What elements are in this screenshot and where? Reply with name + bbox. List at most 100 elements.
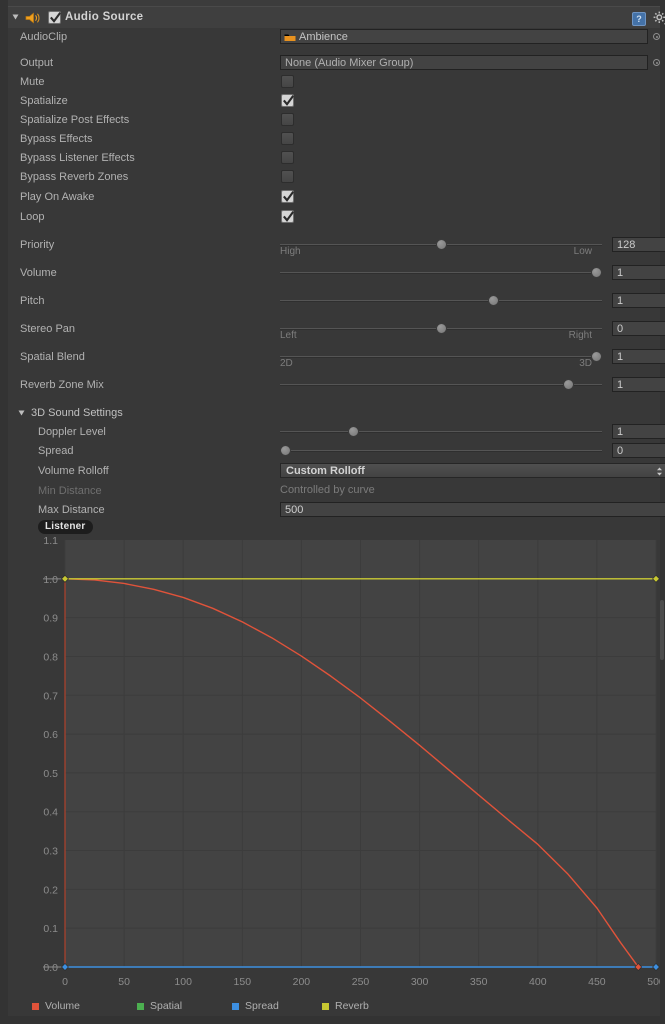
svg-text:0.6: 0.6	[43, 729, 58, 741]
reverb-zone-mix-slider[interactable]	[280, 379, 602, 390]
svg-text:500: 500	[647, 976, 660, 988]
volume-rolloff-dropdown[interactable]: Custom Rolloff	[280, 463, 665, 478]
spatialize-checkbox[interactable]	[281, 94, 294, 107]
loop-checkbox[interactable]	[281, 210, 294, 223]
row-doppler-level: Doppler Level 1	[8, 423, 665, 442]
listener-badge: Listener	[38, 520, 93, 534]
priority-input[interactable]: 128	[612, 237, 665, 252]
scrollbar-thumb[interactable]	[660, 600, 664, 660]
mute-checkbox[interactable]	[281, 75, 294, 88]
doppler-level-slider-thumb[interactable]	[348, 426, 360, 437]
row-min-distance: Min Distance Controlled by curve	[8, 482, 660, 501]
svg-text:0.1: 0.1	[43, 923, 58, 935]
svg-text:0.9: 0.9	[43, 613, 58, 625]
row-volume-rolloff: Volume Rolloff Custom Rolloff	[8, 462, 665, 481]
reverb-zone-mix-input[interactable]: 1	[612, 377, 665, 392]
output-picker-icon[interactable]	[653, 59, 660, 66]
spatial-blend-slider-thumb[interactable]	[591, 351, 602, 362]
output-value: None (Audio Mixer Group)	[285, 57, 414, 69]
row-mute: Mute	[8, 73, 660, 92]
spatialize-post-effects-label: Spatialize Post Effects	[20, 114, 130, 126]
priority-label: Priority	[20, 239, 55, 251]
row-spatialize: Spatialize	[8, 92, 660, 111]
svg-text:150: 150	[234, 976, 252, 988]
spatial-blend-slider[interactable]	[280, 351, 602, 362]
min-distance-value: Controlled by curve	[280, 484, 375, 496]
svg-text:0.7: 0.7	[43, 690, 58, 702]
doppler-level-input[interactable]: 1	[612, 424, 665, 439]
volume-slider[interactable]	[280, 267, 602, 278]
svg-text:0.0: 0.0	[43, 962, 58, 974]
play-on-awake-checkbox[interactable]	[281, 190, 294, 203]
priority-hint-right: Low	[573, 246, 592, 257]
priority-slider-thumb[interactable]	[435, 239, 447, 250]
loop-label: Loop	[20, 211, 45, 223]
spatial-blend-hint-left: 2D	[280, 358, 293, 369]
svg-text:400: 400	[529, 976, 547, 988]
audio-clip-picker-icon[interactable]	[653, 33, 660, 40]
component-header[interactable]: Audio Source ?	[8, 6, 665, 28]
pitch-input[interactable]: 1	[612, 293, 665, 308]
bypass-reverb-zones-checkbox[interactable]	[281, 170, 294, 183]
row-priority: Priority High Low 128	[8, 236, 665, 257]
legend-swatch-icon	[32, 1003, 39, 1010]
rolloff-curve-canvas[interactable]: 0.0 0.1 0.2 0.3 0.4 0.5 0.6 0.7 0.8 0.9 1.0 1.1 0 50 1…	[22, 518, 665, 998]
svg-text:1.0: 1.0	[43, 574, 58, 586]
spatial-blend-input[interactable]: 1	[612, 349, 665, 364]
row-stereo-pan: Stereo Pan Left Right 0	[8, 320, 665, 341]
output-field[interactable]: None (Audio Mixer Group)	[280, 55, 648, 70]
svg-text:1.1: 1.1	[43, 535, 58, 547]
spatial-blend-slider-track	[280, 356, 602, 358]
pitch-slider-thumb[interactable]	[488, 295, 500, 306]
gear-icon[interactable]	[653, 11, 665, 25]
volume-slider-thumb[interactable]	[591, 267, 602, 278]
row-bypass-listener-effects: Bypass Listener Effects	[8, 149, 660, 168]
play-on-awake-label: Play On Awake	[20, 191, 95, 203]
max-distance-input[interactable]: 500	[280, 502, 665, 517]
mute-label: Mute	[20, 76, 45, 88]
stereo-pan-slider-thumb[interactable]	[435, 323, 447, 334]
reverb-zone-mix-slider-thumb[interactable]	[563, 379, 574, 390]
bypass-effects-checkbox[interactable]	[281, 132, 294, 145]
svg-text:0.5: 0.5	[43, 768, 58, 780]
stereo-pan-slider[interactable]	[280, 323, 602, 334]
page-title: Audio Source	[65, 11, 144, 23]
svg-text:0.4: 0.4	[43, 807, 58, 819]
row-output: Output None (Audio Mixer Group)	[8, 54, 660, 73]
audio-source-inspector: Audio Source ? AudioClip Ambience Output	[0, 0, 665, 1024]
stereo-pan-value: 0	[617, 323, 624, 335]
spread-slider[interactable]	[280, 445, 602, 456]
spread-slider-track	[280, 450, 602, 452]
spread-input[interactable]: 0	[612, 443, 665, 458]
pitch-slider[interactable]	[280, 295, 602, 306]
svg-text:50: 50	[118, 976, 130, 988]
doppler-level-slider-track	[280, 431, 602, 433]
bypass-listener-effects-checkbox[interactable]	[281, 151, 294, 164]
audio-clip-label: AudioClip	[20, 31, 68, 43]
chevron-down-icon[interactable]	[12, 14, 19, 20]
help-icon[interactable]: ?	[632, 12, 646, 26]
reverb-zone-mix-value: 1	[617, 379, 624, 391]
stereo-pan-hint-left: Left	[280, 330, 297, 341]
legend-swatch-icon	[232, 1003, 239, 1010]
spatialize-post-effects-checkbox[interactable]	[281, 113, 294, 126]
volume-label: Volume	[20, 267, 57, 279]
section-3d-sound-settings[interactable]: 3D Sound Settings	[8, 404, 660, 423]
svg-text:350: 350	[470, 976, 488, 988]
chevron-down-icon[interactable]	[18, 410, 25, 416]
doppler-level-slider[interactable]	[280, 426, 602, 437]
priority-slider[interactable]	[280, 239, 602, 250]
row-reverb-zone-mix: Reverb Zone Mix 1	[8, 376, 665, 395]
audio-clip-field[interactable]: Ambience	[280, 29, 648, 44]
spatial-blend-label: Spatial Blend	[20, 351, 85, 363]
rolloff-curve-graph[interactable]: Listener 0.0 0.1 0.2 0.3 0.4 0.5 0.6 0.7 0.8 0.9 1…	[22, 518, 665, 1018]
spread-slider-thumb[interactable]	[280, 445, 291, 456]
inspector-bottom-edge	[8, 1016, 660, 1024]
reverb-zone-mix-slider-track	[280, 384, 602, 386]
spread-label: Spread	[38, 445, 74, 457]
volume-input[interactable]: 1	[612, 265, 665, 280]
component-enabled-checkbox[interactable]	[48, 11, 61, 24]
legend-swatch-icon	[137, 1003, 144, 1010]
row-audio-clip: AudioClip Ambience	[8, 28, 660, 47]
stereo-pan-input[interactable]: 0	[612, 321, 665, 336]
